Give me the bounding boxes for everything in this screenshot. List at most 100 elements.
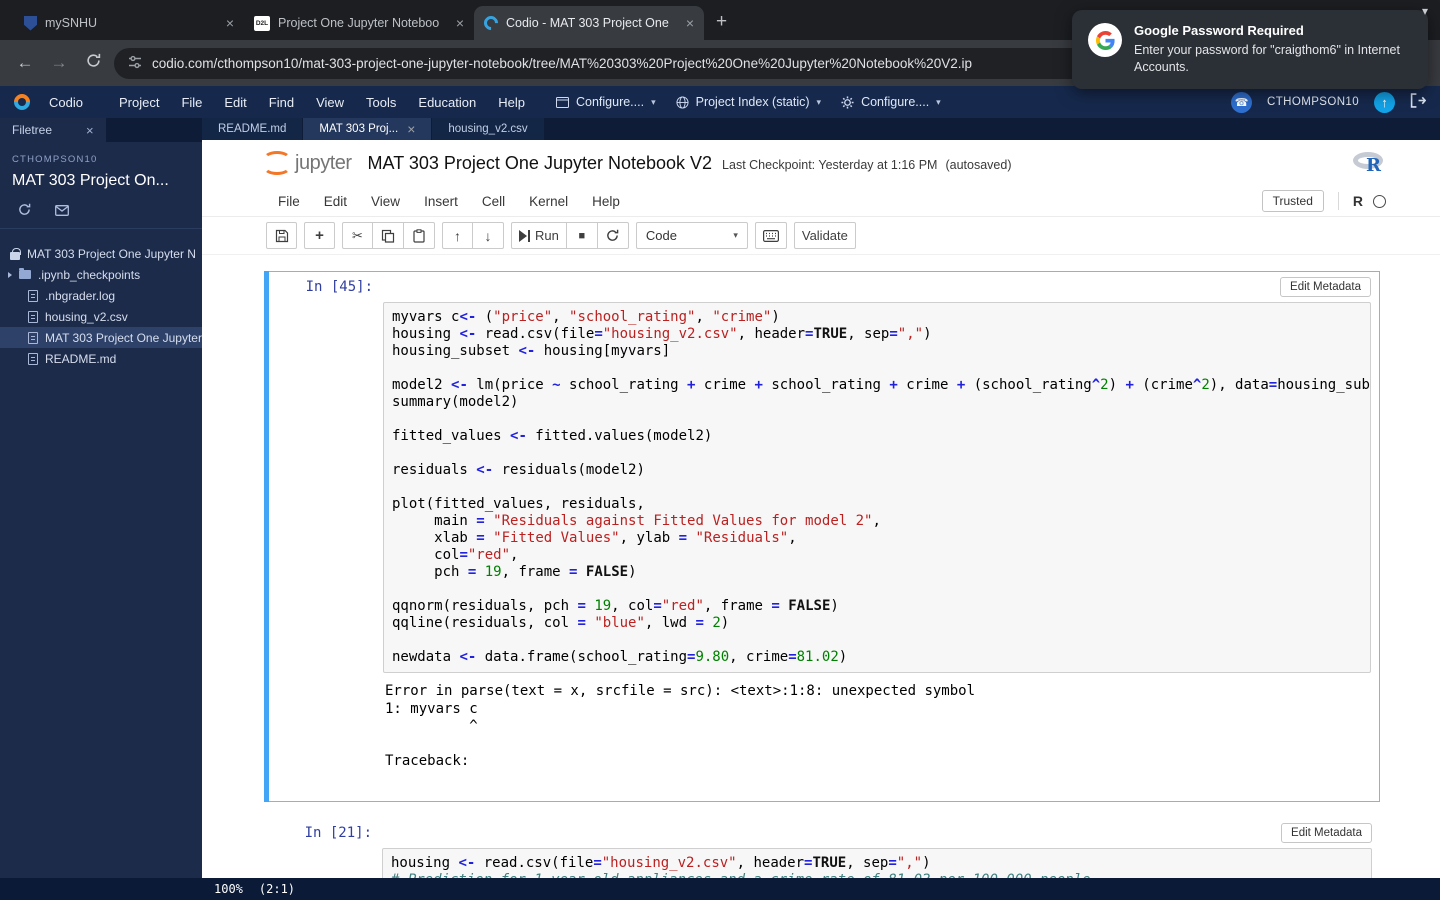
reload-icon[interactable] [80,53,106,73]
filetree-item-label: README.md [45,351,117,366]
edit-metadata-button[interactable]: Edit Metadata [1280,277,1371,297]
close-icon[interactable]: × [686,16,694,30]
autosave-status: (autosaved) [945,157,1012,172]
save-button[interactable] [266,222,297,249]
close-icon[interactable]: × [226,16,234,30]
menu-project[interactable]: Project [108,95,170,110]
new-tab-icon[interactable]: + [716,12,727,31]
filetree-item-label: MAT 303 Project One Jupyter [45,330,202,345]
notebook-cell[interactable]: In [21]: Edit Metadata housing <- read.csv… [264,818,1380,878]
menu-file[interactable]: File [170,95,213,110]
browser-tab-codio[interactable]: Codio - MAT 303 Project One × [474,6,704,40]
filetree-item-root[interactable]: MAT 303 Project One Jupyter N [0,243,202,264]
save-icon [275,229,288,242]
expand-arrow-icon[interactable] [8,271,12,278]
menu-edit[interactable]: Edit [213,95,257,110]
cell-code-input[interactable]: housing <- read.csv(file="housing_v2.csv… [382,847,1372,878]
move-cell-up-button[interactable]: ↑ [442,222,473,249]
trusted-badge[interactable]: Trusted [1261,190,1324,212]
move-cell-down-button[interactable]: ↓ [473,222,504,249]
username-label: CTHOMPSON10 [1267,96,1359,108]
chevron-down-icon[interactable]: ▾ [1422,4,1428,18]
filetree-item-housing-csv[interactable]: housing_v2.csv [0,306,202,327]
filetree-item-readme[interactable]: README.md [0,348,202,369]
d2l-favicon: D2L [254,15,270,31]
code-line: col="red", [392,547,519,563]
zoom-level: 100% [214,882,243,896]
cell-prompt: In [21]: [304,824,372,841]
editor-tab-readme[interactable]: README.md [202,118,304,140]
paste-cell-button[interactable] [404,222,435,249]
password-notification[interactable]: Google Password Required Enter your pass… [1072,10,1428,89]
paste-icon [413,228,425,243]
interrupt-kernel-button[interactable]: ■ [566,222,598,249]
filetree-item-checkpoints[interactable]: .ipynb_checkpoints [0,264,202,285]
notebook-cell[interactable]: In [45]: Edit Metadata myvars c<- ("price"… [264,271,1380,802]
restart-kernel-button[interactable] [597,222,629,249]
arrow-up-circle-icon[interactable]: ↑ [1374,91,1395,113]
menu-tools[interactable]: Tools [355,95,407,110]
nb-menu-file[interactable]: File [266,194,312,209]
configure-right-dropdown[interactable]: Configure.... ▾ [841,95,941,109]
insert-cell-button[interactable]: + [304,222,335,249]
cell-type-select[interactable]: Code ▾ [635,222,748,249]
copy-cell-button[interactable] [373,222,404,249]
filetree-item-nbgrader-log[interactable]: .nbgrader.log [0,285,202,306]
jupyter-notebook: jupyter MAT 303 Project One Jupyter Note… [202,140,1440,878]
caret-down-icon: ▾ [651,96,656,107]
globe-icon [676,95,689,109]
filetree-header: Filetree × [0,118,202,142]
tab-title: Codio - MAT 303 Project One [506,16,669,30]
close-icon[interactable]: × [407,122,415,136]
arrow-up-icon: ↑ [454,227,461,244]
nb-menu-view[interactable]: View [359,194,412,209]
close-icon[interactable]: × [456,16,464,30]
code-line: fitted_values <- fitted.values(model2) [392,428,713,444]
copy-icon [381,229,395,243]
back-icon[interactable]: ← [12,53,38,73]
cell-output: Error in parse(text = x, srcfile = src):… [383,673,1371,771]
filetree-tab[interactable]: Filetree × [0,118,106,142]
menu-view[interactable]: View [305,95,355,110]
command-palette-button[interactable] [754,222,787,249]
refresh-icon[interactable] [18,203,31,219]
configure-right-label: Configure.... [861,95,930,109]
project-owner: CTHOMPSON10 [12,154,98,165]
nb-menu-insert[interactable]: Insert [412,194,470,209]
menu-education[interactable]: Education [407,95,487,110]
cell-code-input[interactable]: myvars c<- ("price", "school_rating", "c… [383,302,1371,673]
tune-icon[interactable] [128,55,142,72]
cut-cell-button[interactable]: ✂ [342,222,373,249]
nb-menu-cell[interactable]: Cell [470,194,517,209]
nb-menu-edit[interactable]: Edit [312,194,359,209]
nb-menu-kernel[interactable]: Kernel [517,194,580,209]
tab-title: mySNHU [45,16,98,30]
configure-left-dropdown[interactable]: Configure.... ▾ [555,95,656,109]
menu-find[interactable]: Find [258,95,305,110]
mail-icon[interactable] [55,204,69,219]
menu-help[interactable]: Help [487,95,536,110]
file-icon [28,289,38,302]
project-index-dropdown[interactable]: Project Index (static) ▾ [676,95,821,109]
project-header: CTHOMPSON10 MAT 303 Project On... [0,142,202,196]
phone-icon[interactable]: ☎ [1231,91,1253,113]
editor-tab-label: housing_v2.csv [448,123,528,135]
editor-tab-notebook[interactable]: MAT 303 Proj... × [303,118,433,140]
validate-button[interactable]: Validate [793,222,856,249]
edit-metadata-button[interactable]: Edit Metadata [1281,822,1372,843]
forward-icon[interactable]: → [46,53,72,73]
browser-tab-mysnhu[interactable]: mySNHU × [14,6,244,40]
nb-menu-help[interactable]: Help [580,194,632,209]
google-logo-icon [1088,23,1122,57]
editor-tab-housing-csv[interactable]: housing_v2.csv [432,118,545,140]
menu-codio[interactable]: Codio [38,95,94,110]
notebook-title[interactable]: MAT 303 Project One Jupyter Notebook V2 [368,153,713,174]
browser-tab-d2l[interactable]: D2L Project One Jupyter Noteboo × [244,6,474,40]
exit-icon[interactable] [1410,93,1427,111]
close-icon[interactable]: × [86,123,94,138]
editor-tab-strip: README.md MAT 303 Proj... × housing_v2.c… [202,118,1440,140]
filetree-item-notebook[interactable]: MAT 303 Project One Jupyter [0,327,202,348]
run-cell-button[interactable]: Run [511,222,567,249]
